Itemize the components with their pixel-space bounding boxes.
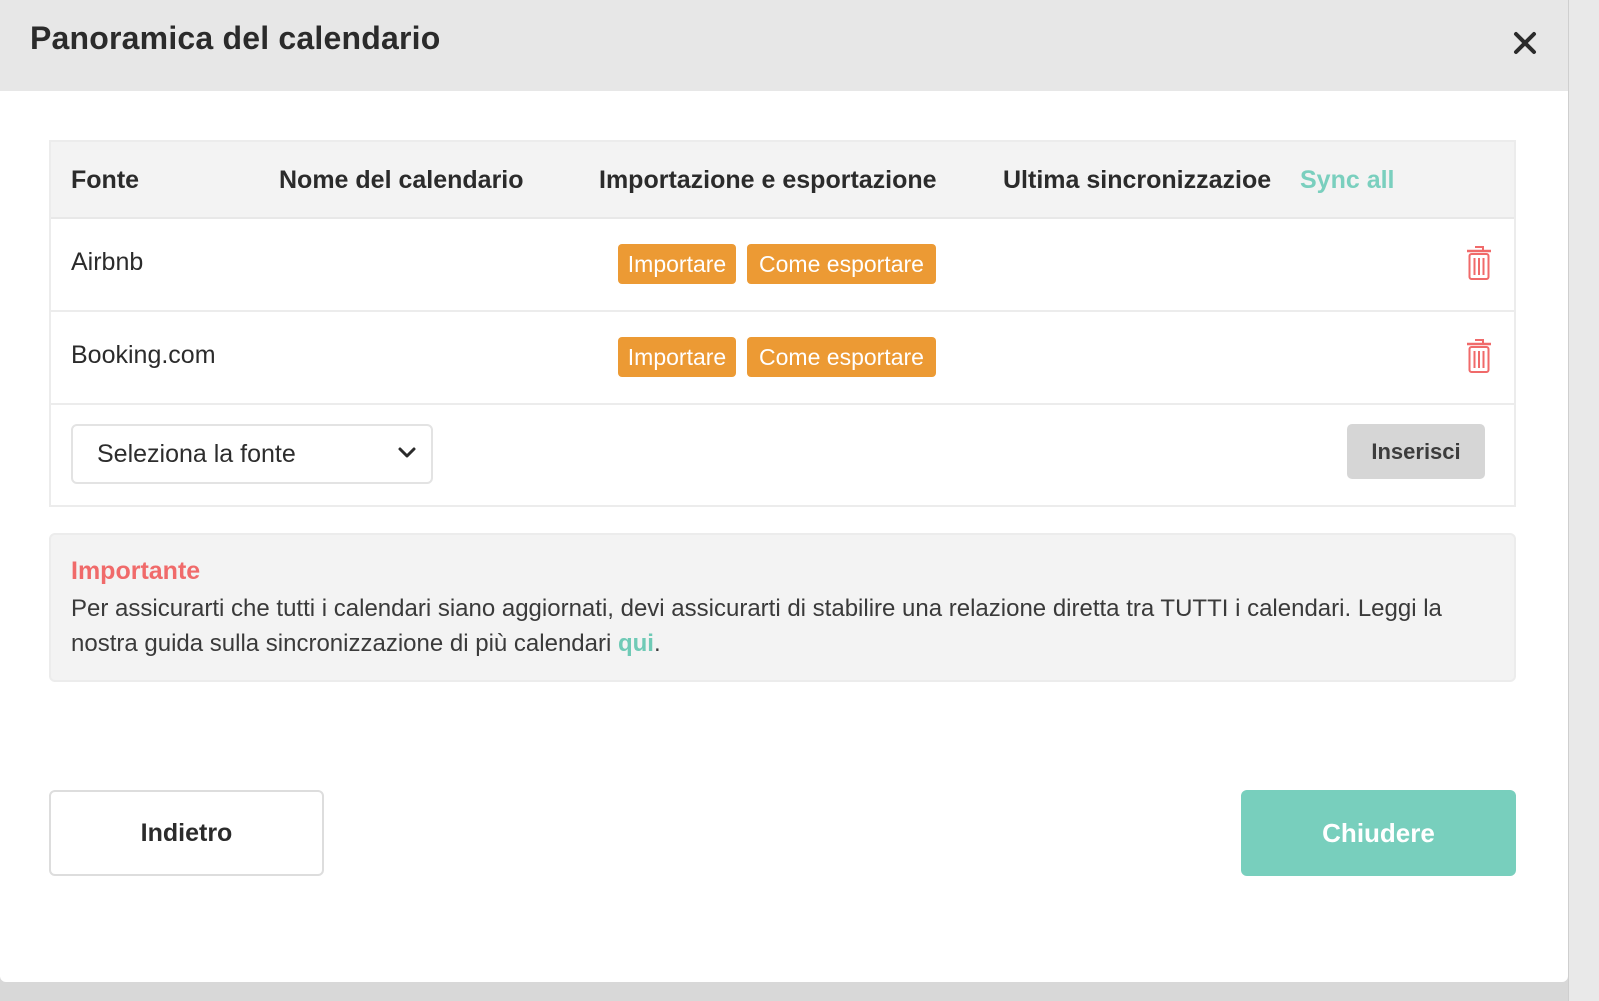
back-button[interactable]: Indietro — [49, 790, 324, 876]
close-icon[interactable] — [1512, 28, 1538, 58]
trash-icon[interactable] — [1465, 244, 1493, 282]
close-button[interactable]: Chiudere — [1241, 790, 1516, 876]
modal-header: Panoramica del calendario — [0, 0, 1568, 91]
header-import-export: Importazione e esportazione — [599, 166, 937, 194]
trash-icon[interactable] — [1465, 337, 1493, 375]
sync-all-link[interactable]: Sync all — [1300, 166, 1395, 195]
source-select[interactable]: Seleziona la fonte — [71, 424, 433, 484]
header-source: Fonte — [71, 166, 140, 194]
insert-button[interactable]: Inserisci — [1347, 424, 1485, 479]
row-source: Booking.com — [71, 341, 216, 369]
notice-text: Per assicurarti che tutti i calendari si… — [71, 595, 1442, 657]
header-last-sync: Ultima sincronizzazioe — [1003, 166, 1272, 194]
calendar-table: Fonte Nome del calendario Importazione e… — [49, 140, 1516, 507]
table-row: Booking.com Importare Come esportare — [51, 312, 1514, 405]
guide-link[interactable]: qui — [618, 630, 654, 657]
import-button[interactable]: Importare — [618, 244, 736, 284]
import-button[interactable]: Importare — [618, 337, 736, 377]
backdrop — [1568, 0, 1599, 1001]
export-button[interactable]: Come esportare — [747, 244, 936, 284]
table-row: Airbnb Importare Come esportare — [51, 219, 1514, 312]
modal-title: Panoramica del calendario — [30, 20, 441, 56]
source-select-value: Seleziona la fonte — [97, 440, 296, 468]
export-button[interactable]: Come esportare — [747, 337, 936, 377]
row-source: Airbnb — [71, 248, 144, 276]
calendar-overview-modal: Panoramica del calendario Fonte Nome del… — [0, 0, 1568, 982]
table-header: Fonte Nome del calendario Importazione e… — [51, 142, 1514, 219]
notice-body: Per assicurarti che tutti i calendari si… — [71, 591, 1451, 661]
important-notice: Importante Per assicurarti che tutti i c… — [49, 533, 1516, 682]
add-source-row: Seleziona la fonte Inserisci — [51, 405, 1514, 505]
notice-title: Importante — [71, 557, 201, 585]
notice-end: . — [653, 630, 661, 657]
chevron-down-icon — [397, 446, 417, 465]
header-calendar-name: Nome del calendario — [279, 166, 524, 194]
